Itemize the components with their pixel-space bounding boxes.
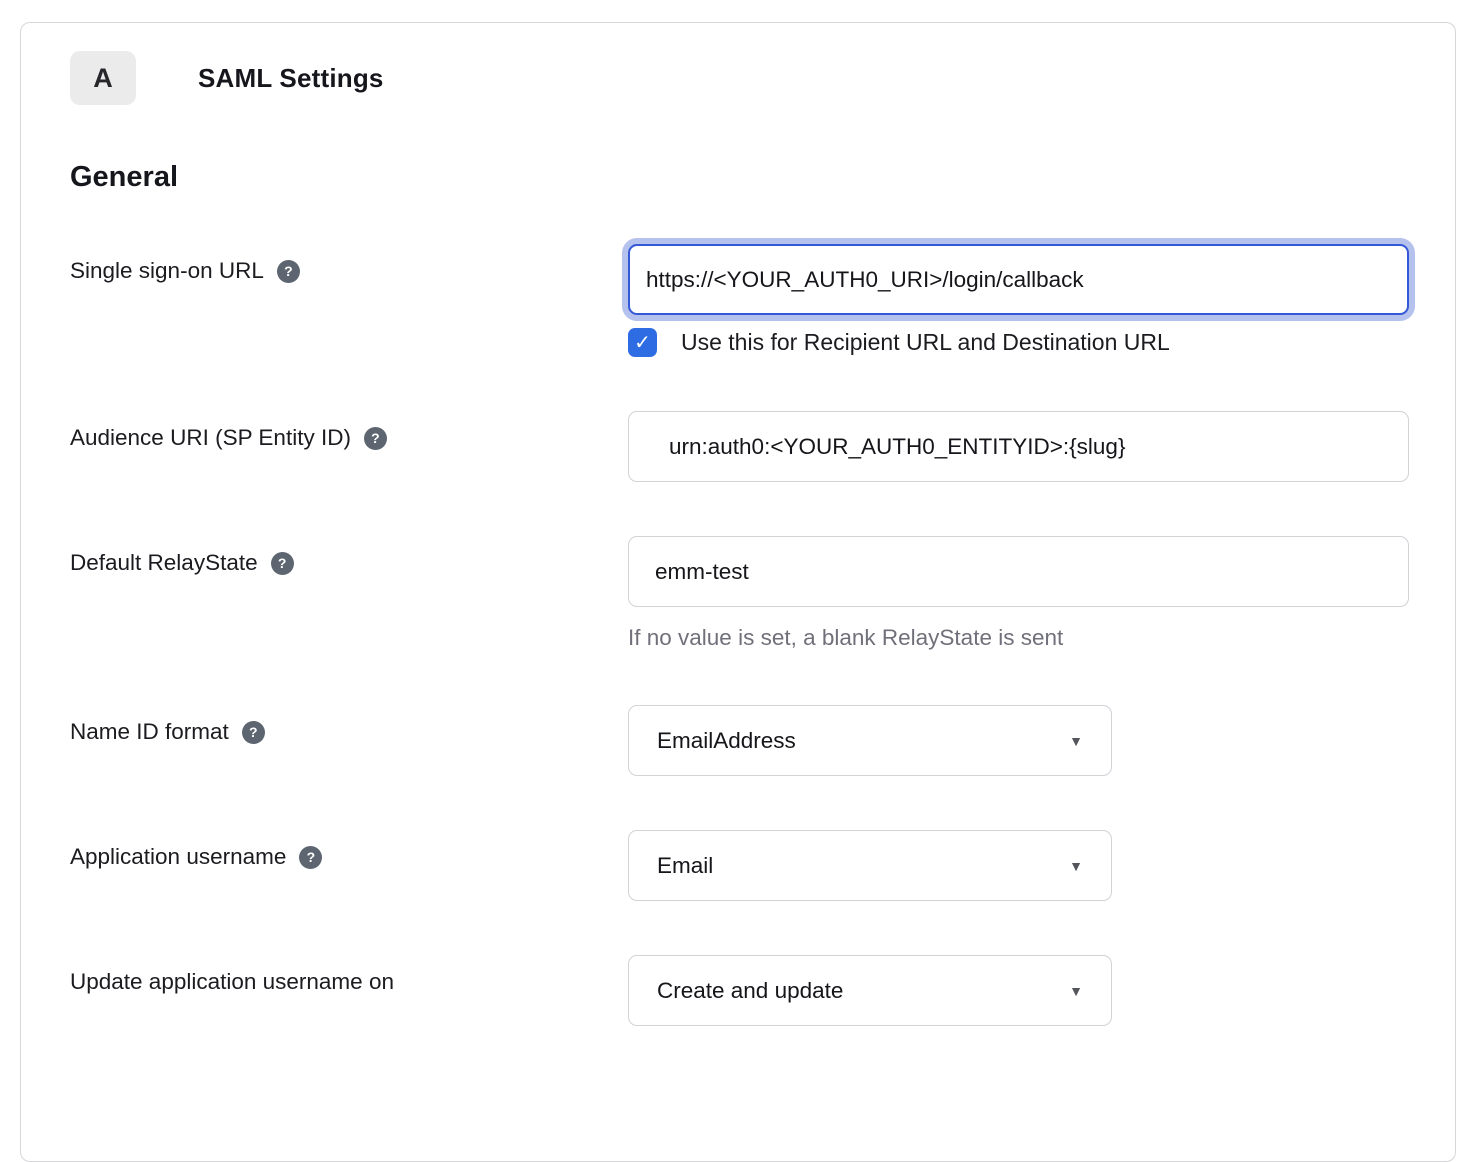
application-username-select[interactable]: Email ▼ <box>628 830 1112 901</box>
audience-uri-label: Audience URI (SP Entity ID) <box>70 425 351 451</box>
section-heading-general: General <box>70 161 1455 194</box>
name-id-format-select[interactable]: EmailAddress ▼ <box>628 705 1112 776</box>
update-application-username-on-label: Update application username on <box>70 969 394 995</box>
relaystate-hint-text: If no value is set, a blank RelayState i… <box>628 625 1455 651</box>
recipient-url-checkbox[interactable]: ✓ <box>628 328 657 357</box>
chevron-down-icon: ▼ <box>1069 733 1083 749</box>
card-header: A SAML Settings <box>70 51 1455 105</box>
saml-settings-card: A SAML Settings General Single sign-on U… <box>20 22 1456 1162</box>
default-relaystate-label: Default RelayState <box>70 550 258 576</box>
application-username-label: Application username <box>70 844 286 870</box>
default-relaystate-input[interactable] <box>628 536 1409 607</box>
audience-uri-input[interactable] <box>628 411 1409 482</box>
help-icon[interactable]: ? <box>242 721 265 744</box>
recipient-url-checkbox-row: ✓ Use this for Recipient URL and Destina… <box>628 328 1455 357</box>
row-application-username: Application username ? Email ▼ <box>70 830 1455 901</box>
saml-settings-form: Single sign-on URL ? ✓ Use this for Reci… <box>70 244 1455 1026</box>
name-id-format-value: EmailAddress <box>657 728 796 754</box>
single-sign-on-url-label: Single sign-on URL <box>70 258 264 284</box>
row-single-sign-on-url: Single sign-on URL ? ✓ Use this for Reci… <box>70 244 1455 357</box>
step-badge: A <box>70 51 136 105</box>
application-username-value: Email <box>657 853 713 879</box>
row-audience-uri: Audience URI (SP Entity ID) ? <box>70 411 1455 482</box>
row-name-id-format: Name ID format ? EmailAddress ▼ <box>70 705 1455 776</box>
help-icon[interactable]: ? <box>277 260 300 283</box>
page-title: SAML Settings <box>198 63 384 94</box>
update-application-username-on-select[interactable]: Create and update ▼ <box>628 955 1112 1026</box>
help-icon[interactable]: ? <box>271 552 294 575</box>
help-icon[interactable]: ? <box>364 427 387 450</box>
row-default-relaystate: Default RelayState ? If no value is set,… <box>70 536 1455 651</box>
update-application-username-on-value: Create and update <box>657 978 843 1004</box>
help-icon[interactable]: ? <box>299 846 322 869</box>
chevron-down-icon: ▼ <box>1069 983 1083 999</box>
name-id-format-label: Name ID format <box>70 719 229 745</box>
single-sign-on-url-input[interactable] <box>628 244 1409 315</box>
recipient-url-checkbox-label: Use this for Recipient URL and Destinati… <box>681 329 1170 356</box>
row-update-application-username-on: Update application username on Create an… <box>70 955 1455 1026</box>
chevron-down-icon: ▼ <box>1069 858 1083 874</box>
